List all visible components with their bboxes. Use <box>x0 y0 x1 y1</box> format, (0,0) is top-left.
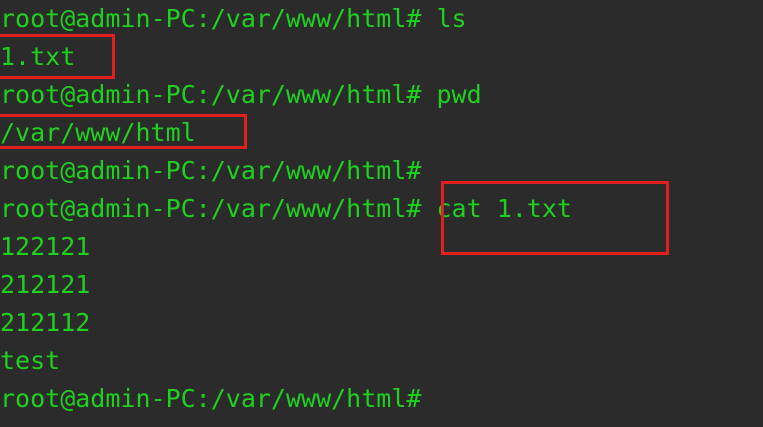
output-ls: 1.txt <box>0 42 76 71</box>
current-prompt[interactable]: root@admin-PC:/var/www/html# <box>0 382 763 420</box>
command-line-pwd: root@admin-PC:/var/www/html# pwd <box>0 80 482 109</box>
output-cat-line-2: 212121 <box>0 270 91 299</box>
output-cat-line-4: test <box>0 346 61 375</box>
output-pwd: /var/www/html <box>0 118 196 147</box>
output-cat-line-3: 212112 <box>0 308 91 337</box>
output-cat-line-1: 122121 <box>0 232 91 261</box>
terminal-window[interactable]: root@admin-PC:/var/www/html# ls 1.txt ro… <box>0 0 763 427</box>
command-line-cat: root@admin-PC:/var/www/html# cat 1.txt <box>0 194 572 223</box>
command-line-ls: root@admin-PC:/var/www/html# ls <box>0 4 467 33</box>
empty-prompt-line: root@admin-PC:/var/www/html# <box>0 156 422 185</box>
